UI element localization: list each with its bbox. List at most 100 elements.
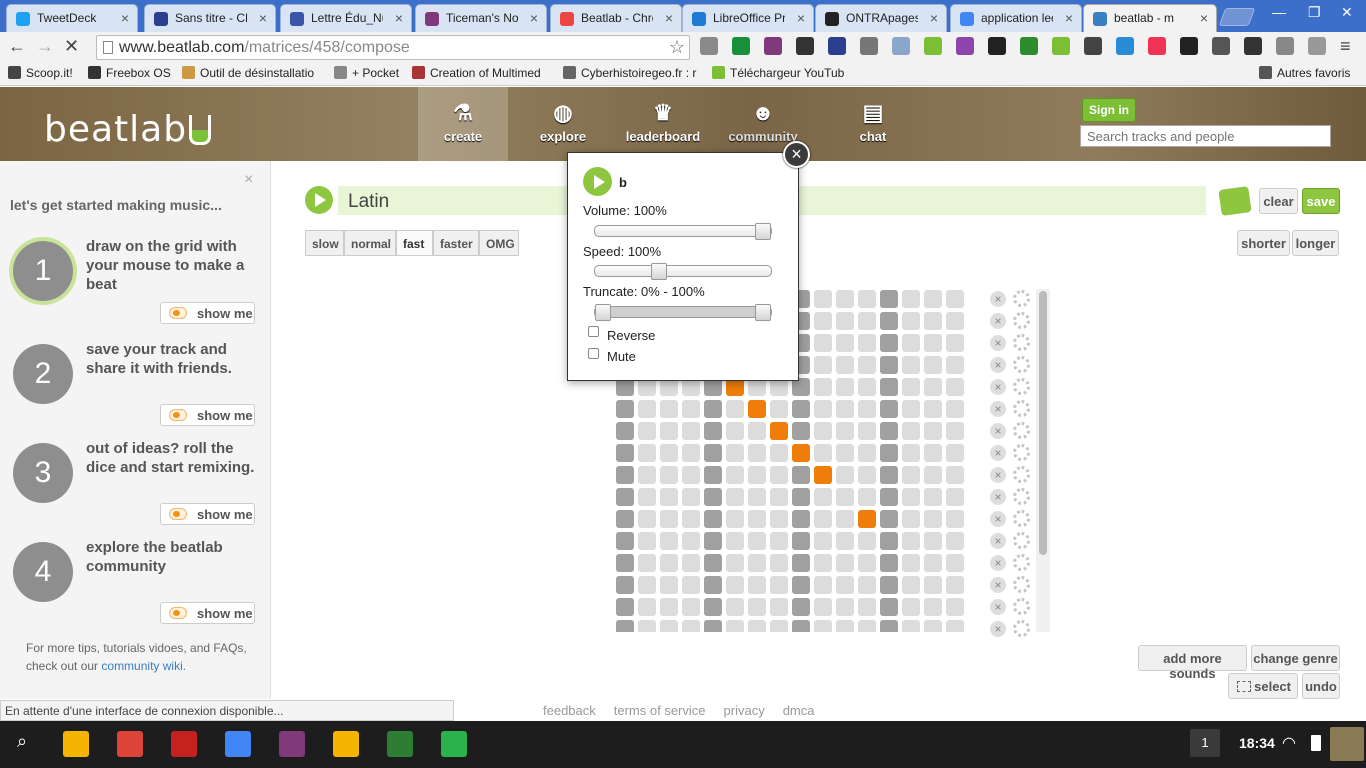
grid-cell[interactable] bbox=[880, 488, 898, 506]
extension-icon[interactable] bbox=[1308, 37, 1326, 55]
browser-tab[interactable]: Ticeman's Not × bbox=[415, 4, 547, 32]
grid-cell[interactable] bbox=[682, 598, 700, 616]
tempo-fast[interactable]: fast bbox=[396, 230, 433, 256]
grid-cell[interactable] bbox=[946, 466, 964, 484]
grid-cell[interactable] bbox=[726, 620, 744, 632]
grid-cell[interactable] bbox=[880, 312, 898, 330]
grid-cell[interactable] bbox=[902, 444, 920, 462]
beatlab-logo[interactable]: beatlab bbox=[44, 109, 212, 150]
remove-row-icon[interactable]: × bbox=[990, 599, 1006, 615]
forward-icon[interactable]: → bbox=[36, 36, 54, 57]
grid-cell[interactable] bbox=[902, 554, 920, 572]
community-wiki-link[interactable]: community wiki. bbox=[101, 659, 186, 673]
grid-cell[interactable] bbox=[814, 576, 832, 594]
grid-cell[interactable] bbox=[880, 510, 898, 528]
grid-cell[interactable] bbox=[638, 422, 656, 440]
grid-cell[interactable] bbox=[770, 576, 788, 594]
grid-cell[interactable] bbox=[748, 422, 766, 440]
grid-cell[interactable] bbox=[814, 312, 832, 330]
grid-cell[interactable] bbox=[638, 488, 656, 506]
grid-cell[interactable] bbox=[924, 576, 942, 594]
grid-cell[interactable] bbox=[660, 576, 678, 594]
browser-tab[interactable]: Lettre Édu_Nu × bbox=[280, 4, 412, 32]
address-bar[interactable]: www.beatlab.com/matrices/458/compose ☆ bbox=[96, 35, 690, 60]
footer-link-dmca[interactable]: dmca bbox=[783, 703, 815, 718]
grid-cell[interactable] bbox=[814, 444, 832, 462]
grid-cell[interactable] bbox=[836, 356, 854, 374]
grid-cell[interactable] bbox=[770, 400, 788, 418]
close-tab-icon[interactable]: × bbox=[930, 10, 938, 26]
close-tab-icon[interactable]: × bbox=[395, 10, 403, 26]
grid-cell[interactable] bbox=[858, 444, 876, 462]
grid-cell[interactable] bbox=[902, 620, 920, 632]
grid-cell[interactable] bbox=[792, 598, 810, 616]
grid-cell[interactable] bbox=[726, 510, 744, 528]
tempo-OMG[interactable]: OMG bbox=[479, 230, 519, 256]
grid-cell[interactable] bbox=[616, 422, 634, 440]
grid-cell[interactable] bbox=[770, 444, 788, 462]
back-icon[interactable]: ← bbox=[8, 36, 26, 57]
grid-cell[interactable] bbox=[770, 554, 788, 572]
grid-cell[interactable] bbox=[880, 598, 898, 616]
truncate-slider[interactable] bbox=[594, 304, 772, 321]
dice-icon[interactable] bbox=[1218, 186, 1252, 216]
grid-cell[interactable] bbox=[924, 356, 942, 374]
grid-cell[interactable] bbox=[660, 554, 678, 572]
browser-tab[interactable]: Beatlab - Chro × bbox=[550, 4, 682, 32]
grid-cell[interactable] bbox=[770, 598, 788, 616]
gmail-icon[interactable] bbox=[171, 731, 197, 757]
grid-cell[interactable] bbox=[946, 356, 964, 374]
row-settings-gear-icon[interactable] bbox=[1013, 378, 1030, 395]
grid-cell[interactable] bbox=[748, 598, 766, 616]
grid-cell[interactable] bbox=[660, 466, 678, 484]
grid-cell[interactable] bbox=[880, 620, 898, 632]
extension-icon[interactable] bbox=[732, 37, 750, 55]
bookmark-item[interactable]: Cyberhistoiregeo.fr : r bbox=[563, 66, 696, 80]
grid-cell[interactable] bbox=[946, 598, 964, 616]
grid-cell[interactable] bbox=[814, 334, 832, 352]
grid-cell[interactable] bbox=[704, 620, 722, 632]
browser-tab[interactable]: application lec × bbox=[950, 4, 1082, 32]
bookmark-item[interactable]: Scoop.it! bbox=[8, 66, 73, 80]
undo-button[interactable]: undo bbox=[1302, 673, 1340, 699]
extension-icon[interactable] bbox=[1052, 37, 1070, 55]
grid-cell[interactable] bbox=[748, 532, 766, 550]
clock[interactable]: 18:34 bbox=[1239, 735, 1275, 751]
tempo-faster[interactable]: faster bbox=[433, 230, 479, 256]
bookmark-item[interactable]: Téléchargeur YouTub bbox=[712, 66, 844, 80]
grid-cell[interactable] bbox=[704, 576, 722, 594]
extension-icon[interactable] bbox=[988, 37, 1006, 55]
grid-cell[interactable] bbox=[770, 510, 788, 528]
grid-cell[interactable] bbox=[924, 422, 942, 440]
extension-icon[interactable] bbox=[700, 37, 718, 55]
grid-cell[interactable] bbox=[858, 576, 876, 594]
extension-icon[interactable] bbox=[1148, 37, 1166, 55]
grid-cell[interactable] bbox=[770, 620, 788, 632]
grid-cell[interactable] bbox=[682, 444, 700, 462]
grid-cell[interactable] bbox=[660, 488, 678, 506]
grid-cell[interactable] bbox=[616, 400, 634, 418]
grid-cell[interactable] bbox=[814, 532, 832, 550]
avatar[interactable] bbox=[1330, 727, 1364, 761]
grid-cell[interactable] bbox=[858, 290, 876, 308]
grid-cell[interactable] bbox=[814, 422, 832, 440]
extension-icon[interactable] bbox=[956, 37, 974, 55]
grid-cell[interactable] bbox=[726, 400, 744, 418]
grid-cell[interactable] bbox=[726, 444, 744, 462]
grid-cell[interactable] bbox=[946, 290, 964, 308]
play-button[interactable] bbox=[305, 186, 333, 214]
grid-cell[interactable] bbox=[836, 466, 854, 484]
grid-cell[interactable] bbox=[836, 510, 854, 528]
grid-cell[interactable] bbox=[836, 290, 854, 308]
stop-loading-icon[interactable]: ✕ bbox=[64, 36, 79, 57]
shorter-button[interactable]: shorter bbox=[1237, 230, 1290, 256]
grid-cell[interactable] bbox=[858, 554, 876, 572]
grid-cell[interactable] bbox=[836, 576, 854, 594]
grid-cell[interactable] bbox=[924, 400, 942, 418]
speed-slider[interactable] bbox=[594, 263, 772, 280]
grid-cell[interactable] bbox=[902, 378, 920, 396]
grid-cell[interactable] bbox=[836, 488, 854, 506]
grid-cell[interactable] bbox=[836, 598, 854, 616]
grid-cell[interactable] bbox=[902, 312, 920, 330]
grid-cell[interactable] bbox=[946, 532, 964, 550]
